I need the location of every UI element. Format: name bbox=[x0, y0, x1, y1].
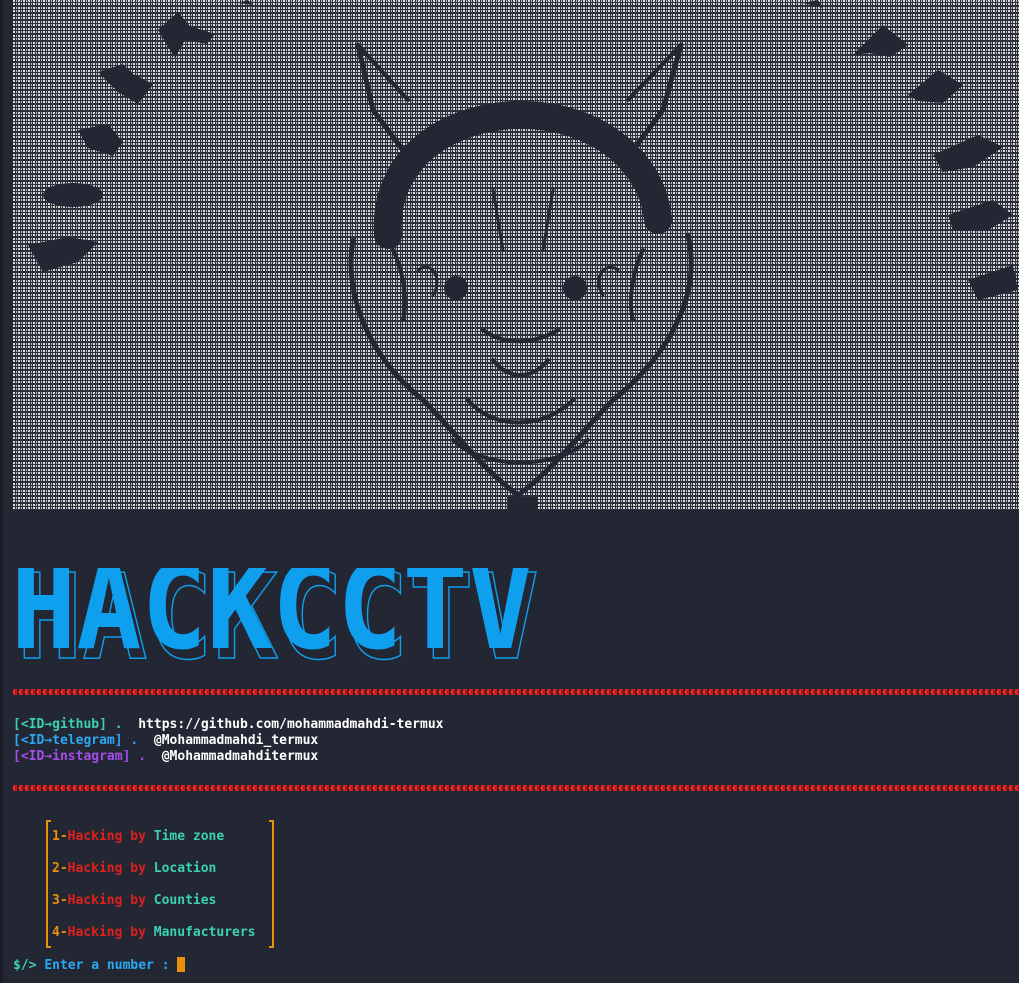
prompt-symbol: $/> bbox=[13, 958, 37, 973]
instagram-handle[interactable]: @Mohammadmahditermux bbox=[162, 749, 319, 764]
telegram-handle[interactable]: @Mohammadmahdi_termux bbox=[154, 733, 318, 748]
menu-item-target: Manufacturers bbox=[153, 925, 256, 940]
menu-item-action: Hacking bbox=[67, 861, 123, 876]
menu-item-time-zone[interactable]: 1-Hacking by Time zone bbox=[52, 829, 224, 845]
github-label: [<ID→github] bbox=[13, 717, 107, 732]
social-row-telegram: [<ID→telegram] . @Mohammadmahdi_termux bbox=[13, 733, 318, 749]
menu-bracket-left bbox=[46, 820, 51, 948]
github-separator: . bbox=[114, 717, 123, 732]
menu-item-location[interactable]: 2-Hacking by Location bbox=[52, 861, 216, 877]
prompt-text: Enter a number : bbox=[44, 958, 170, 973]
telegram-separator: . bbox=[130, 733, 139, 748]
menu-item-by: by bbox=[130, 893, 146, 908]
instagram-separator: . bbox=[138, 749, 147, 764]
menu-item-action: Hacking bbox=[67, 893, 123, 908]
menu-bracket-right bbox=[269, 820, 274, 948]
github-link[interactable]: https://github.com/mohammadmahdi-termux bbox=[138, 717, 443, 732]
menu-item-target: Time zone bbox=[153, 829, 225, 844]
menu-item-by: by bbox=[130, 829, 146, 844]
banner-title-text: HACKCCTV bbox=[11, 568, 533, 668]
social-row-instagram: [<ID→instagram] . @Mohammadmahditermux bbox=[13, 749, 318, 765]
divider-bottom bbox=[13, 785, 1019, 791]
menu-item-number: 3- bbox=[52, 893, 68, 908]
menu-item-number: 2- bbox=[52, 861, 68, 876]
menu-item-counties[interactable]: 3-Hacking by Counties bbox=[52, 893, 216, 909]
text-cursor[interactable] bbox=[177, 957, 186, 972]
menu-item-by: by bbox=[130, 925, 146, 940]
menu-item-action: Hacking bbox=[67, 829, 123, 844]
hackcctv-banner: HACKCCTV HACKCCTV bbox=[11, 538, 571, 687]
social-row-github: [<ID→github] . https://github.com/mohamm… bbox=[13, 717, 443, 733]
menu-options: 1-Hacking by Time zone 2-Hacking by Loca… bbox=[46, 820, 274, 948]
menu-item-target: Counties bbox=[153, 893, 217, 908]
instagram-label: [<ID→instagram] bbox=[13, 749, 131, 764]
menu-item-by: by bbox=[130, 861, 146, 876]
menu-item-action: Hacking bbox=[67, 925, 123, 940]
divider-top bbox=[13, 689, 1019, 695]
menu-item-target: Location bbox=[153, 861, 217, 876]
input-prompt[interactable]: $/> Enter a number : bbox=[13, 957, 186, 974]
terminal-window: HACKCCTV HACKCCTV [<ID→github] . https:/… bbox=[0, 0, 1019, 983]
telegram-label: [<ID→telegram] bbox=[13, 733, 123, 748]
ascii-art-illustration bbox=[13, 0, 1019, 510]
menu-item-number: 1- bbox=[52, 829, 68, 844]
menu-item-manufacturers[interactable]: 4-Hacking by Manufacturers bbox=[52, 925, 256, 941]
menu-item-number: 4- bbox=[52, 925, 68, 940]
